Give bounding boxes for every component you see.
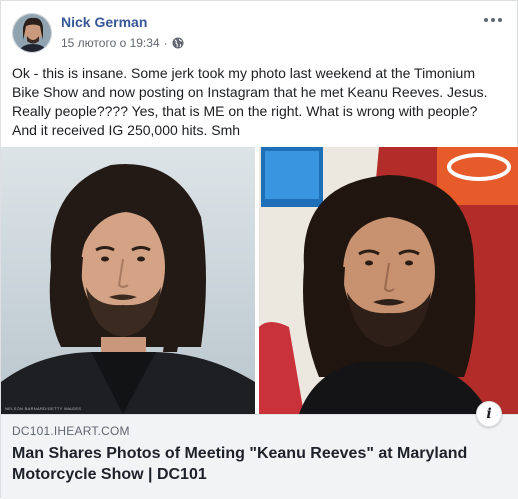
author-name[interactable]: Nick German [61,14,147,30]
photo-credit: NELSON BARNARD/GETTY IMAGES [5,406,82,411]
photo-left[interactable]: NELSON BARNARD/GETTY IMAGES [1,147,255,414]
link-domain: DC101.IHEART.COM [12,424,130,438]
avatar[interactable] [12,13,52,53]
post-text: Ok - this is insane. Some jerk took my p… [12,65,488,138]
more-horizontal-icon [484,18,488,22]
facebook-post: Nick German 15 лютого о 19:34 · Ok - thi… [0,0,518,499]
meta-separator: · [163,36,168,50]
photo-right[interactable] [259,147,518,414]
globe-icon[interactable] [172,37,184,49]
post-meta: 15 лютого о 19:34 · [61,36,184,50]
more-options-button[interactable] [481,11,505,29]
link-preview[interactable]: i DC101.IHEART.COM Man Shares Photos of … [1,401,518,499]
link-title[interactable]: Man Shares Photos of Meeting "Keanu Reev… [12,443,492,485]
info-icon[interactable]: i [476,401,502,427]
photo-collage[interactable]: NELSON BARNARD/GETTY IMAGES [1,147,518,414]
post-timestamp[interactable]: 15 лютого о 19:34 [61,36,160,50]
